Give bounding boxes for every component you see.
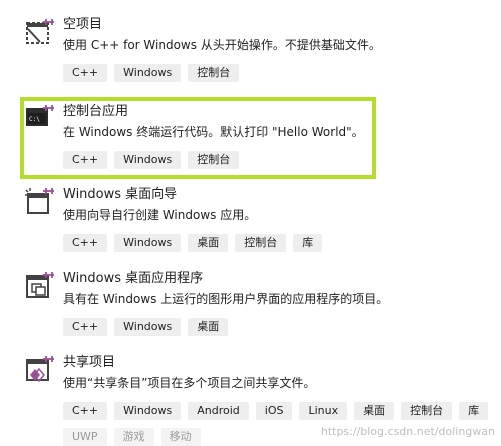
tag-list-overflow: UWP 游戏 移动 <box>63 428 201 446</box>
template-item-desktop-app[interactable]: Windows 桌面应用程序 具有在 Windows 上运行的图形用户界面的应用… <box>0 271 501 341</box>
selection-highlight-frame <box>20 97 376 179</box>
template-description: 具有在 Windows 上运行的图形用户界面的应用程序的项目。 <box>63 292 389 306</box>
template-description: 使用 C++ for Windows 从头开始操作。不提供基础文件。 <box>63 38 381 52</box>
tag-list: C++ Windows 桌面 <box>63 318 229 336</box>
tag: 桌面 <box>354 402 395 420</box>
tag: 控制台 <box>188 64 240 82</box>
tag: C++ <box>63 318 108 336</box>
tag: Windows <box>114 402 182 420</box>
tag: iOS <box>255 402 293 420</box>
tag: Android <box>188 402 249 420</box>
tag: 库 <box>293 234 323 252</box>
tag-list: C++ Windows Android iOS Linux 桌面 控制台 库 <box>63 402 489 420</box>
tag: 游戏 <box>113 428 154 446</box>
tag: 库 <box>459 402 489 420</box>
tag: 桌面 <box>188 234 229 252</box>
tag: C++ <box>63 402 108 420</box>
tag-list: C++ Windows 控制台 <box>63 64 240 82</box>
template-title: 共享项目 <box>63 355 116 370</box>
template-item-empty-project[interactable]: 空项目 使用 C++ for Windows 从头开始操作。不提供基础文件。 C… <box>0 17 501 87</box>
shared-project-icon <box>24 355 54 385</box>
watermark: https://blog.csdn.net/dolingwan <box>320 425 495 438</box>
template-title: Windows 桌面应用程序 <box>63 271 204 286</box>
tag: 桌面 <box>188 318 229 336</box>
tag: UWP <box>63 428 107 446</box>
template-title: 空项目 <box>63 17 103 32</box>
desktop-app-icon <box>24 271 54 301</box>
tag: C++ <box>63 64 108 82</box>
tag: 控制台 <box>235 234 287 252</box>
project-template-list: 空项目 使用 C++ for Windows 从头开始操作。不提供基础文件。 C… <box>0 0 501 446</box>
empty-project-icon <box>24 17 54 47</box>
tag: Windows <box>114 318 182 336</box>
template-item-desktop-wizard[interactable]: Windows 桌面向导 使用向导自行创建 Windows 应用。 C++ Wi… <box>0 187 501 257</box>
tag: 控制台 <box>401 402 453 420</box>
tag: Linux <box>299 402 348 420</box>
tag: 移动 <box>160 428 201 446</box>
tag: Windows <box>114 234 182 252</box>
tag-list: C++ Windows 桌面 控制台 库 <box>63 234 323 252</box>
tag: Windows <box>114 64 182 82</box>
tag: C++ <box>63 234 108 252</box>
template-title: Windows 桌面向导 <box>63 187 178 202</box>
template-description: 使用向导自行创建 Windows 应用。 <box>63 208 257 222</box>
template-description: 使用“共享条目”项目在多个项目之间共享文件。 <box>63 376 316 390</box>
desktop-wizard-icon <box>24 187 54 217</box>
